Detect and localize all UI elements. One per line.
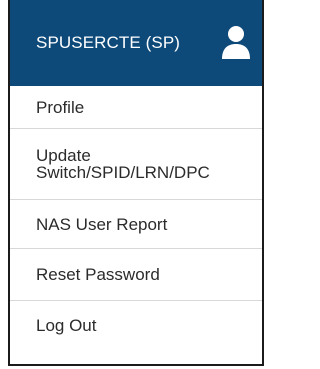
menu-item-label: Profile xyxy=(36,97,85,117)
menu-item-nas-user-report[interactable]: NAS User Report xyxy=(10,200,262,249)
user-icon xyxy=(220,24,252,62)
menu-item-label: Log Out xyxy=(36,316,97,335)
menu-item-label: Reset Password xyxy=(36,265,160,284)
user-dropdown-menu: SPUSERCTE (SP) Profile Update Switch/SPI… xyxy=(8,0,264,366)
user-menu-header[interactable]: SPUSERCTE (SP) xyxy=(10,0,262,86)
menu-item-label: Update Switch/SPID/LRN/DPC xyxy=(36,146,210,182)
menu-item-log-out[interactable]: Log Out xyxy=(10,301,262,350)
menu-item-profile[interactable]: Profile xyxy=(10,86,262,129)
menu-item-update-switch[interactable]: Update Switch/SPID/LRN/DPC xyxy=(10,129,262,200)
menu-item-reset-password[interactable]: Reset Password xyxy=(10,249,262,301)
menu-list: Profile Update Switch/SPID/LRN/DPC NAS U… xyxy=(10,86,262,350)
menu-item-label: NAS User Report xyxy=(36,214,168,234)
user-name-label: SPUSERCTE (SP) xyxy=(36,33,181,52)
